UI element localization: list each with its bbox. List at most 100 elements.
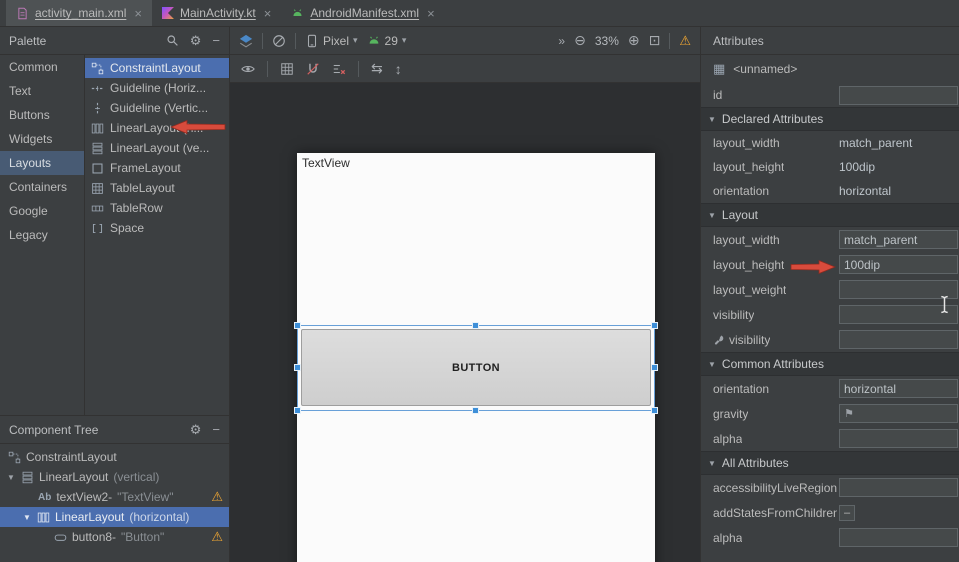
gear-icon[interactable]: ⚙ — [190, 33, 202, 49]
tree-node-linearlayout-vertical[interactable]: ▼ LinearLayout(vertical) — [0, 467, 229, 487]
blueprint-mode-icon[interactable] — [272, 34, 286, 48]
palette-category-google[interactable]: Google — [0, 199, 84, 223]
device-artboard[interactable]: TextView BUTTON — [297, 153, 655, 562]
section-collapse-icon[interactable]: ▼ — [708, 211, 716, 220]
attribute-row-layout-height-declared[interactable]: layout_height 100dip — [701, 155, 959, 179]
attribute-value[interactable]: match_parent — [839, 136, 912, 150]
api-level-dropdown[interactable]: 29 ▾ — [367, 34, 407, 48]
attribute-row-layout-width-declared[interactable]: layout_width match_parent — [701, 131, 959, 155]
palette-item-tablerow[interactable]: TableRow — [85, 198, 229, 218]
alpha-all-input[interactable] — [839, 528, 958, 547]
warning-icon: ⚠ — [211, 489, 223, 505]
space-icon — [91, 222, 104, 235]
attribute-row-orientation-declared[interactable]: orientation horizontal — [701, 179, 959, 203]
gear-icon[interactable]: ⚙ — [190, 422, 202, 438]
component-tree-panel: Component Tree ⚙ − ConstraintLayout ▼ Li… — [0, 415, 229, 562]
attribute-value[interactable]: horizontal — [839, 184, 891, 198]
attribute-row-tools-visibility: visibility — [701, 327, 959, 352]
attribute-value[interactable]: 100dip — [839, 160, 875, 174]
design-surface-mode-icon[interactable] — [239, 34, 253, 48]
section-collapse-icon[interactable]: ▼ — [708, 360, 716, 369]
tab-activity-main-xml[interactable]: activity_main.xml × — [6, 0, 152, 26]
id-input[interactable] — [839, 86, 958, 105]
minimize-icon[interactable]: − — [212, 422, 220, 437]
tree-node-linearlayout-horizontal[interactable]: ▼ LinearLayout(horizontal) — [0, 507, 229, 527]
warnings-button[interactable]: ⚠ — [679, 33, 691, 49]
textview-icon: Ab — [38, 492, 51, 503]
attribute-row-layout-weight: layout_weight — [701, 277, 959, 302]
zoom-out-button[interactable]: ⊖ — [574, 32, 586, 49]
palette-item-guideline-vertical[interactable]: Guideline (Vertic... — [85, 98, 229, 118]
selection-handle[interactable] — [294, 322, 301, 329]
palette-category-text[interactable]: Text — [0, 79, 84, 103]
toolbar-overflow-icon[interactable]: » — [558, 34, 565, 48]
selection-handle[interactable] — [651, 407, 658, 414]
zoom-to-fit-button[interactable]: ⊡ — [649, 32, 661, 49]
palette-category-buttons[interactable]: Buttons — [0, 103, 84, 127]
android-api-icon — [367, 34, 381, 48]
selection-handle[interactable] — [651, 364, 658, 371]
minimize-icon[interactable]: − — [212, 33, 220, 48]
close-icon[interactable]: × — [134, 6, 142, 21]
palette-category-containers[interactable]: Containers — [0, 175, 84, 199]
canvas-button[interactable]: BUTTON — [301, 329, 651, 406]
selection-handle[interactable] — [472, 407, 479, 414]
selection-handle[interactable] — [651, 322, 658, 329]
constraintlayout-icon — [91, 62, 104, 75]
selected-linearlayout-bounds[interactable]: BUTTON — [297, 325, 655, 411]
palette-item-space[interactable]: Space — [85, 218, 229, 238]
palette-category-common[interactable]: Common — [0, 55, 84, 79]
tree-node-button8[interactable]: button8-"Button" ⚠ — [0, 527, 229, 547]
chevron-expanded-icon[interactable]: ▼ — [6, 473, 16, 482]
chevron-expanded-icon[interactable]: ▼ — [22, 513, 32, 522]
tab-label: AndroidManifest.xml — [310, 6, 419, 20]
pack-horizontal-icon[interactable]: ⇆ — [371, 60, 383, 77]
grid-snap-icon[interactable] — [280, 62, 294, 76]
canvas-textview[interactable]: TextView — [302, 156, 350, 170]
autoconnect-off-magnet-icon[interactable] — [306, 62, 320, 76]
accessibilityliveregion-input[interactable] — [839, 478, 958, 497]
palette-category-legacy[interactable]: Legacy — [0, 223, 84, 247]
expand-vertical-icon[interactable]: ↕ — [395, 61, 402, 77]
view-options-eye-icon[interactable] — [241, 62, 255, 76]
section-all-attributes[interactable]: ▼ All Attributes — [701, 451, 959, 475]
tab-label: activity_main.xml — [35, 6, 126, 20]
selection-handle[interactable] — [294, 364, 301, 371]
selection-handle[interactable] — [294, 407, 301, 414]
section-collapse-icon[interactable]: ▼ — [708, 115, 716, 124]
tree-node-textview2[interactable]: Ab textView2-"TextView" ⚠ — [0, 487, 229, 507]
palette-item-tablelayout[interactable]: TableLayout — [85, 178, 229, 198]
zoom-in-button[interactable]: ⊕ — [628, 32, 640, 49]
addstatesfromchildren-checkbox[interactable]: – — [839, 505, 855, 521]
tree-node-constraintlayout[interactable]: ConstraintLayout — [0, 447, 229, 467]
tools-visibility-input[interactable] — [839, 330, 958, 349]
palette-item-framelayout[interactable]: FrameLayout — [85, 158, 229, 178]
palette-item-constraintlayout[interactable]: ConstraintLayout — [85, 58, 229, 78]
close-icon[interactable]: × — [427, 6, 435, 21]
gravity-input[interactable]: ⚑ — [839, 404, 958, 423]
design-canvas[interactable]: TextView BUTTON — [230, 83, 700, 562]
attribute-name: gravity — [713, 407, 748, 421]
clear-constraints-icon[interactable] — [332, 62, 346, 76]
selection-handle[interactable] — [472, 322, 479, 329]
tab-androidmanifest-xml[interactable]: AndroidManifest.xml × — [281, 0, 444, 26]
layout-width-input[interactable] — [839, 230, 958, 249]
orientation-input[interactable] — [839, 379, 958, 398]
close-icon[interactable]: × — [264, 6, 272, 21]
tab-mainactivity-kt[interactable]: MainActivity.kt × — [152, 0, 281, 26]
search-icon[interactable] — [166, 34, 179, 47]
alpha-input[interactable] — [839, 429, 958, 448]
toolbar-separator — [267, 61, 268, 77]
section-common-attributes[interactable]: ▼ Common Attributes — [701, 352, 959, 376]
palette-item-linearlayout-vertical[interactable]: LinearLayout (ve... — [85, 138, 229, 158]
section-layout[interactable]: ▼ Layout — [701, 203, 959, 227]
selected-component-row: ▦ <unnamed> — [701, 55, 959, 83]
palette-item-guideline-horizontal[interactable]: Guideline (Horiz... — [85, 78, 229, 98]
flag-icon[interactable]: ⚑ — [844, 407, 854, 420]
section-collapse-icon[interactable]: ▼ — [708, 459, 716, 468]
section-declared-attributes[interactable]: ▼ Declared Attributes — [701, 107, 959, 131]
palette-category-widgets[interactable]: Widgets — [0, 127, 84, 151]
palette-category-layouts[interactable]: Layouts — [0, 151, 84, 175]
device-selector-dropdown[interactable]: Pixel ▾ — [305, 34, 358, 48]
layout-height-input[interactable] — [839, 255, 958, 274]
